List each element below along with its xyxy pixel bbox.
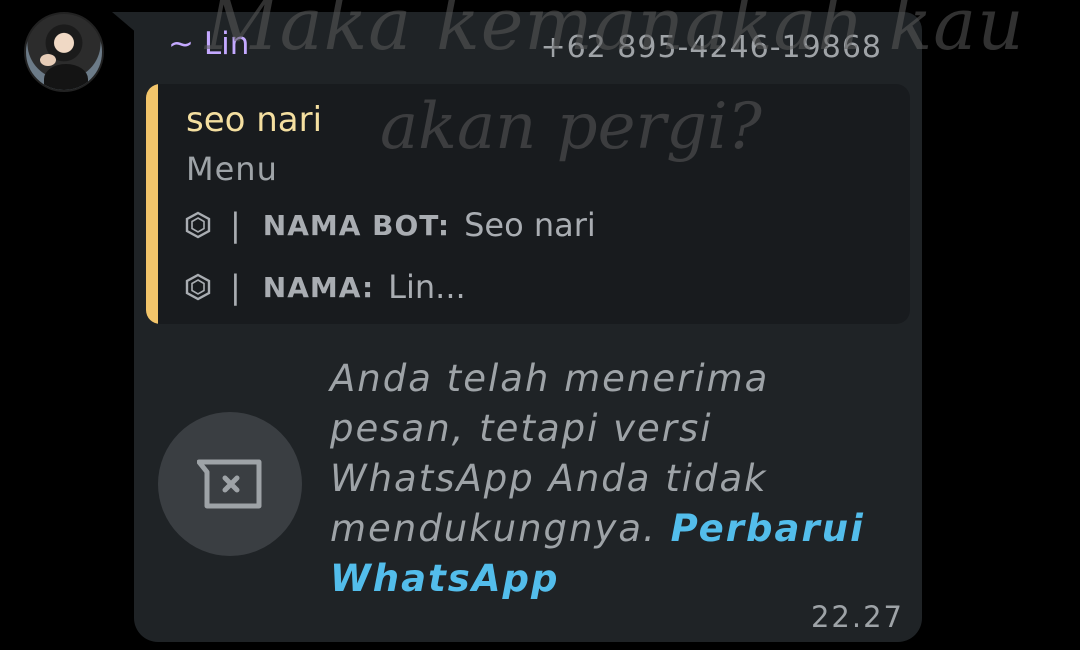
quote-accent-bar: [146, 84, 158, 324]
sender-phone: +62 895-4246-19868: [540, 30, 882, 65]
row-separator: |: [230, 268, 241, 306]
message-timestamp: 22.27: [810, 600, 904, 634]
sender-name[interactable]: ~ Lin: [168, 26, 249, 62]
message-x-icon: [197, 459, 262, 509]
row-label: NAMA:: [262, 270, 375, 304]
row-value: Lin...: [388, 268, 466, 306]
message-bubble[interactable]: ~ Lin +62 895-4246-19868 seo nari Menu |…: [134, 12, 922, 642]
hexagon-icon: [185, 273, 211, 301]
quoted-row-name: | NAMA: Lin...: [184, 268, 466, 306]
row-separator: |: [230, 206, 241, 244]
quoted-author: seo nari: [186, 100, 323, 140]
quoted-title: Menu: [186, 150, 278, 188]
quoted-message[interactable]: seo nari Menu | NAMA BOT: Seo nari | NAM…: [146, 84, 910, 324]
unsupported-message-text: Anda telah menerima pesan, tetapi versi …: [330, 354, 890, 604]
quoted-row-bot-name: | NAMA BOT: Seo nari: [184, 206, 596, 244]
avatar[interactable]: [24, 12, 104, 92]
row-label: NAMA BOT:: [262, 208, 451, 242]
row-value: Seo nari: [464, 206, 596, 244]
hexagon-icon: [185, 211, 211, 239]
unsupported-message-icon: [158, 412, 302, 556]
